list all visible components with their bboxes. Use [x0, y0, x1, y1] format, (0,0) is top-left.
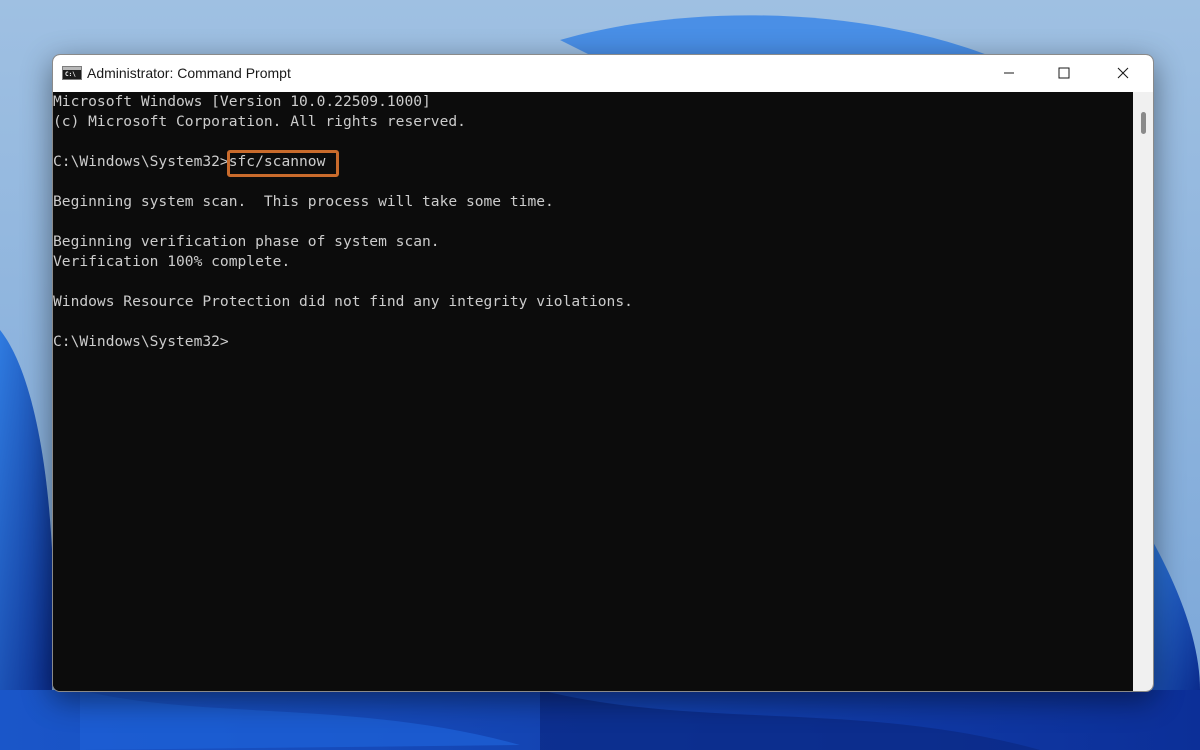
- close-icon: [1117, 67, 1129, 79]
- console-line: Microsoft Windows [Version 10.0.22509.10…: [53, 93, 431, 110]
- title-bar[interactable]: C:\ Administrator: Command Prompt: [53, 55, 1153, 92]
- minimize-button[interactable]: [986, 55, 1032, 92]
- vertical-scrollbar[interactable]: [1133, 92, 1153, 691]
- prompt-line: C:\Windows\System32>: [53, 333, 229, 350]
- console-line: Windows Resource Protection did not find…: [53, 293, 633, 310]
- console-line: (c) Microsoft Corporation. All rights re…: [53, 113, 466, 130]
- command-prompt-window: C:\ Administrator: Command Prompt Micros…: [52, 54, 1154, 692]
- command-highlight-box: [227, 150, 339, 177]
- console-line: Verification 100% complete.: [53, 253, 291, 270]
- minimize-icon: [1004, 72, 1014, 74]
- scrollbar-thumb[interactable]: [1141, 112, 1146, 134]
- console-output[interactable]: Microsoft Windows [Version 10.0.22509.10…: [53, 92, 1133, 691]
- maximize-button[interactable]: [1041, 55, 1087, 92]
- window-title: Administrator: Command Prompt: [87, 65, 291, 81]
- cmd-icon: C:\: [62, 66, 82, 80]
- console-line: Beginning system scan. This process will…: [53, 193, 554, 210]
- console-line: Beginning verification phase of system s…: [53, 233, 440, 250]
- maximize-icon: [1058, 67, 1070, 79]
- close-button[interactable]: [1100, 55, 1146, 92]
